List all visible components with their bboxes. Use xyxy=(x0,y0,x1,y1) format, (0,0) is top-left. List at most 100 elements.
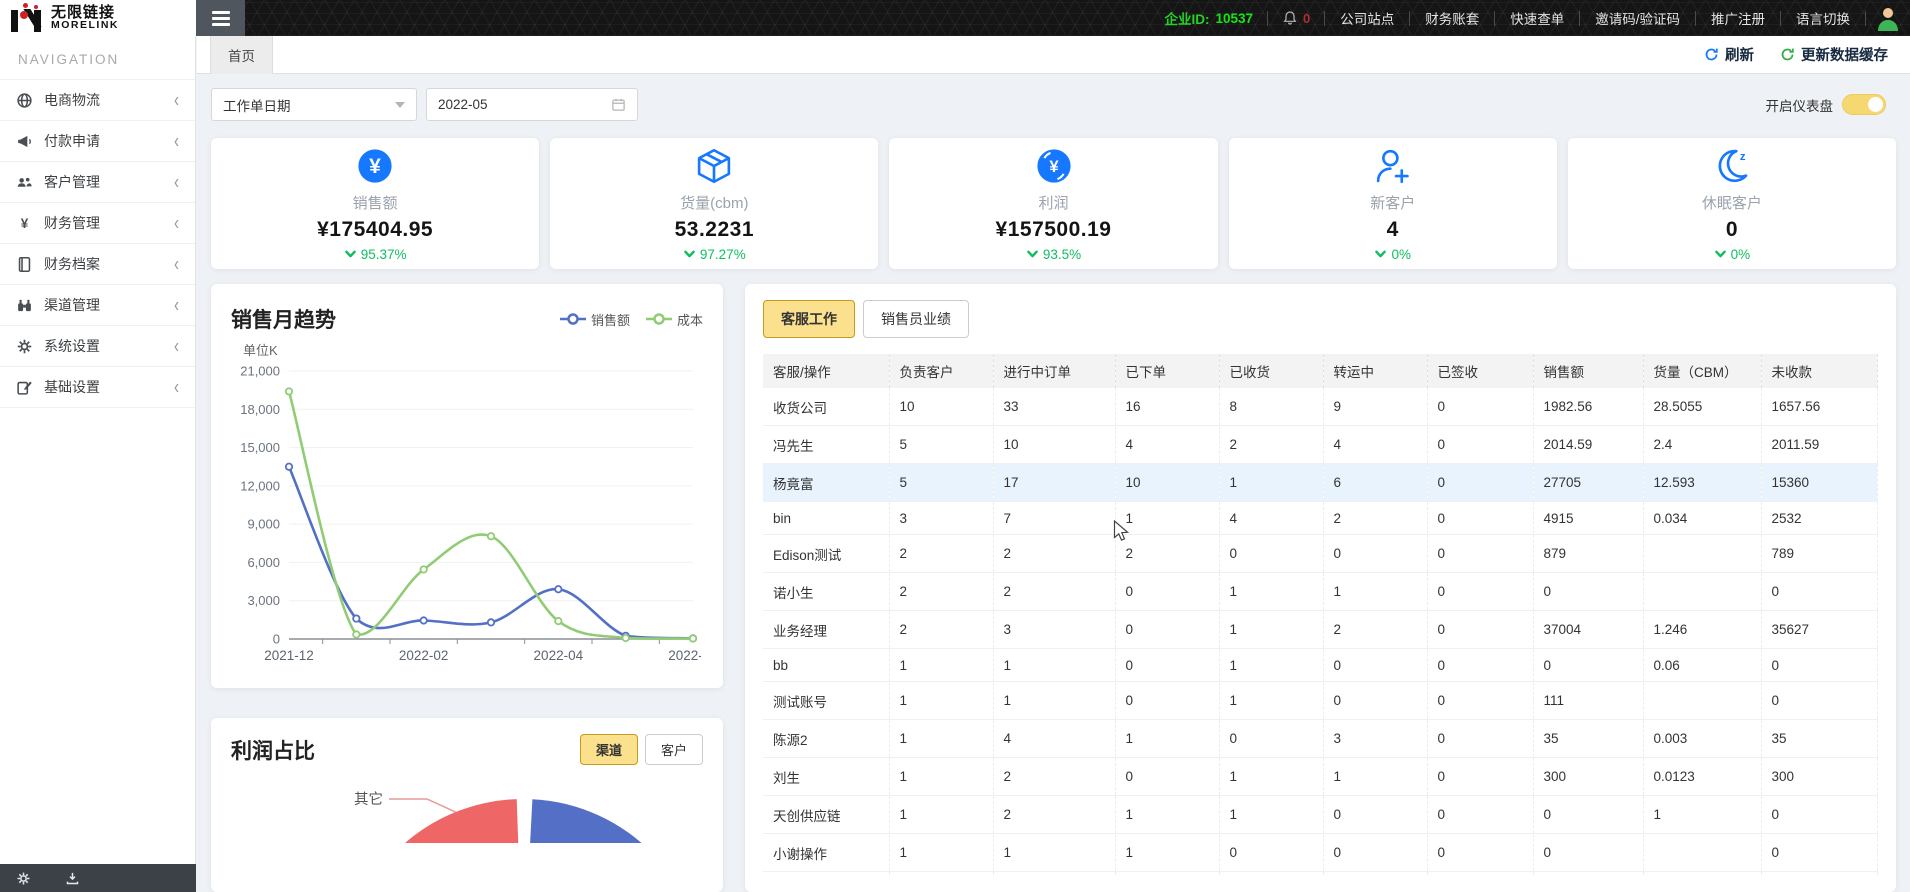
table-tab-1[interactable]: 销售员业绩 xyxy=(863,300,969,338)
table-column-header[interactable]: 已收货 xyxy=(1219,354,1323,388)
sidebar-item-3[interactable]: ¥ 财务管理 ‹ xyxy=(0,203,195,244)
sidebar-item-label: 基础设置 xyxy=(44,377,174,397)
avatar-icon xyxy=(1875,5,1901,31)
table-row[interactable]: 冯先生51042402014.592.42011.59 xyxy=(763,426,1878,464)
table-cell: 0.003 xyxy=(1643,720,1761,758)
sidebar-item-label: 系统设置 xyxy=(44,336,174,356)
edit-icon xyxy=(16,379,33,396)
customer-service-table: 客服/操作负责客户进行中订单已下单已收货转运中已签收销售额货量（CBM）未收款 … xyxy=(763,354,1878,876)
settings-gear-icon[interactable] xyxy=(16,871,31,886)
table-row[interactable]: 杨竟富517101602770512.59315360 xyxy=(763,464,1878,502)
navbar-item-0[interactable]: 公司站点 xyxy=(1325,8,1409,28)
navbar-item-3[interactable]: 邀请码/验证码 xyxy=(1580,8,1695,28)
kpi-delta: 0% xyxy=(1374,247,1411,262)
table-cell: 收货公司 xyxy=(763,388,889,426)
table-row[interactable]: 小谢操作11100000 xyxy=(763,834,1878,872)
table-cell: 小谢业务 xyxy=(763,872,889,877)
pie-slice-0[interactable] xyxy=(523,799,701,843)
pie-mode-button-1[interactable]: 客户 xyxy=(645,734,703,765)
table-row[interactable]: 刘生1201103000.0123300 xyxy=(763,758,1878,796)
legend-item-0[interactable]: 销售额 xyxy=(560,310,630,329)
yen-icon: ¥ xyxy=(16,215,33,232)
table-cell: 27705 xyxy=(1533,464,1643,502)
table-cell: bin xyxy=(763,502,889,535)
table-row[interactable]: bb11010000.060 xyxy=(763,649,1878,682)
month-picker-input[interactable]: 2022-05 xyxy=(426,88,638,121)
notifications-button[interactable]: 0 xyxy=(1268,10,1324,26)
table-cell: 1 xyxy=(889,796,993,834)
table-row[interactable]: 小谢业务12200000 xyxy=(763,872,1878,877)
table-cell: 0 xyxy=(1761,573,1878,611)
sidebar-item-5[interactable]: 渠道管理 ‹ xyxy=(0,285,195,326)
table-column-header[interactable]: 进行中订单 xyxy=(993,354,1115,388)
table-column-header[interactable]: 转运中 xyxy=(1323,354,1427,388)
table-row[interactable]: 陈源2141030350.00335 xyxy=(763,720,1878,758)
table-tab-0[interactable]: 客服工作 xyxy=(763,300,855,338)
navbar-item-1[interactable]: 财务账套 xyxy=(1410,8,1494,28)
line-chart-title: 销售月趋势 xyxy=(231,304,336,334)
svg-text:2022-12: 2022-12 xyxy=(668,648,701,663)
table-cell: Edison测试 xyxy=(763,535,889,573)
navbar-item-2[interactable]: 快速查单 xyxy=(1495,8,1579,28)
table-column-header[interactable]: 未收款 xyxy=(1761,354,1878,388)
table-column-header[interactable]: 客服/操作 xyxy=(763,354,889,388)
table-cell: 1982.56 xyxy=(1533,388,1643,426)
dashboard-toggle-label: 开启仪表盘 xyxy=(1766,95,1834,115)
table-row[interactable]: bin37142049150.0342532 xyxy=(763,502,1878,535)
table-cell: 0 xyxy=(1427,796,1533,834)
table-cell: 诺小生 xyxy=(763,573,889,611)
table-row[interactable]: 测试账号1101001110 xyxy=(763,682,1878,720)
user-plus-icon xyxy=(1372,145,1414,187)
sidebar-item-6[interactable]: 系统设置 ‹ xyxy=(0,326,195,367)
table-cell: 2 xyxy=(1219,426,1323,464)
table-cell: 2 xyxy=(993,535,1115,573)
table-row[interactable]: 诺小生22011000 xyxy=(763,573,1878,611)
app-logo[interactable]: 无限链接 MORELINK xyxy=(0,0,196,36)
table-cell: 2 xyxy=(993,758,1115,796)
navbar-item-4[interactable]: 推广注册 xyxy=(1696,8,1780,28)
sidebar-item-0[interactable]: 电商物流 ‹ xyxy=(0,80,195,121)
table-row[interactable]: 收货公司1033168901982.5628.50551657.56 xyxy=(763,388,1878,426)
sidebar-item-1[interactable]: 付款申请 ‹ xyxy=(0,121,195,162)
table-column-header[interactable]: 货量（CBM） xyxy=(1643,354,1761,388)
table-cell: 1 xyxy=(889,872,993,877)
table-cell: 1 xyxy=(889,758,993,796)
table-row[interactable]: 业务经理230120370041.24635627 xyxy=(763,611,1878,649)
tab-home[interactable]: 首页 xyxy=(210,36,273,74)
chevron-down-icon xyxy=(344,248,357,261)
table-cell: 35627 xyxy=(1761,611,1878,649)
bell-icon xyxy=(1282,10,1298,26)
navbar-item-5[interactable]: 语言切换 xyxy=(1781,8,1865,28)
table-column-header[interactable]: 负责客户 xyxy=(889,354,993,388)
table-row[interactable]: 天创供应链121100010 xyxy=(763,796,1878,834)
table-column-header[interactable]: 已签收 xyxy=(1427,354,1533,388)
pie-mode-button-0[interactable]: 渠道 xyxy=(580,734,638,765)
refresh-button[interactable]: 刷新 xyxy=(1704,44,1754,65)
download-icon[interactable] xyxy=(65,871,80,886)
table-cell: 3 xyxy=(1323,720,1427,758)
logo-subtitle: MORELINK xyxy=(51,20,119,31)
user-avatar-button[interactable] xyxy=(1866,5,1910,31)
table-cell: 0 xyxy=(1323,834,1427,872)
table-cell: 0 xyxy=(1427,573,1533,611)
sidebar-item-4[interactable]: 财务档案 ‹ xyxy=(0,244,195,285)
dashboard-toggle[interactable] xyxy=(1842,94,1886,115)
sidebar-collapse-button[interactable] xyxy=(196,0,245,36)
sales-trend-line-chart: 03,0006,0009,00012,00015,00018,00021,000… xyxy=(231,361,701,669)
sidebar-item-7[interactable]: 基础设置 ‹ xyxy=(0,367,195,408)
table-column-header[interactable]: 已下单 xyxy=(1115,354,1219,388)
legend-item-1[interactable]: 成本 xyxy=(646,310,703,329)
table-cell: 1 xyxy=(1219,649,1323,682)
table-cell: 2 xyxy=(889,573,993,611)
profit-share-pie-chart: 其它 xyxy=(231,769,701,843)
sidebar-section-label: NAVIGATION xyxy=(0,36,195,79)
table-cell: 0 xyxy=(1323,872,1427,877)
table-column-header[interactable]: 销售额 xyxy=(1533,354,1643,388)
table-cell: 1.246 xyxy=(1643,611,1761,649)
update-cache-button[interactable]: 更新数据缓存 xyxy=(1780,44,1888,65)
sidebar-item-2[interactable]: 客户管理 ‹ xyxy=(0,162,195,203)
table-cell xyxy=(1643,682,1761,720)
kpi-card-3: 新客户 4 0% xyxy=(1229,138,1557,269)
table-row[interactable]: Edison测试222000879789 xyxy=(763,535,1878,573)
date-type-select[interactable]: 工作单日期 xyxy=(211,88,417,121)
